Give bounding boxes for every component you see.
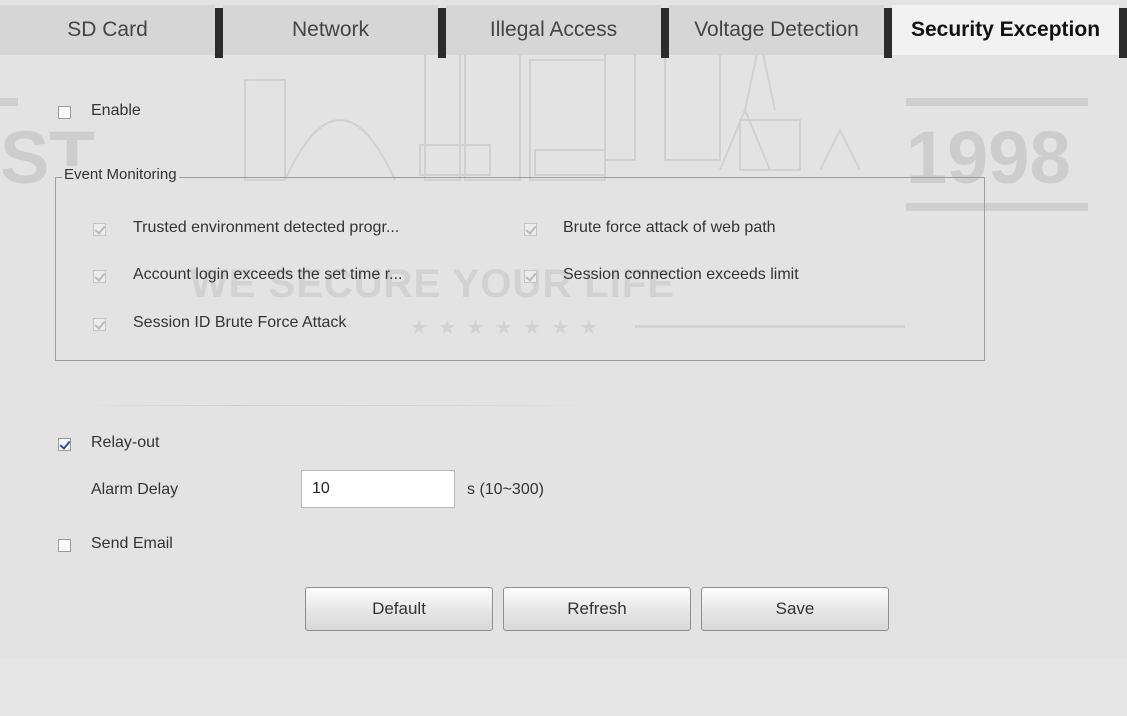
session-id-brute-force-checkbox[interactable] bbox=[93, 318, 106, 331]
tab-label: Voltage Detection bbox=[694, 18, 859, 41]
refresh-button[interactable]: Refresh bbox=[503, 587, 691, 631]
tab-separator bbox=[438, 8, 446, 58]
alarm-delay-label: Alarm Delay bbox=[91, 481, 179, 498]
tab-illegal-access[interactable]: Illegal Access bbox=[446, 5, 661, 55]
divider bbox=[78, 405, 598, 406]
tab-network[interactable]: Network bbox=[223, 5, 438, 55]
tab-label: Security Exception bbox=[910, 18, 1101, 41]
brute-force-web-path-checkbox[interactable] bbox=[524, 223, 537, 236]
alarm-delay-input[interactable] bbox=[301, 470, 455, 508]
footer-band bbox=[0, 658, 1127, 716]
trusted-environment-label: Trusted environment detected progr... bbox=[133, 219, 400, 236]
account-login-exceeds-label: Account login exceeds the set time r... bbox=[133, 266, 403, 283]
default-button[interactable]: Default bbox=[305, 587, 493, 631]
brute-force-web-path-label: Brute force attack of web path bbox=[563, 219, 776, 236]
trusted-environment-checkbox[interactable] bbox=[93, 223, 106, 236]
tab-security-exception[interactable]: Security Exception bbox=[892, 5, 1119, 55]
tab-sd-card[interactable]: SD Card bbox=[0, 5, 215, 55]
tab-separator bbox=[215, 8, 223, 58]
tab-bar: SD Card Network Illegal Access Voltage D… bbox=[0, 0, 1127, 58]
enable-label: Enable bbox=[91, 102, 141, 119]
send-email-checkbox[interactable] bbox=[58, 539, 71, 552]
send-email-label: Send Email bbox=[91, 535, 173, 552]
account-login-exceeds-checkbox[interactable] bbox=[93, 270, 106, 283]
tab-separator bbox=[1119, 8, 1127, 58]
tab-separator bbox=[884, 8, 892, 58]
relay-out-checkbox[interactable] bbox=[58, 438, 71, 451]
tab-label: SD Card bbox=[67, 18, 148, 41]
tab-label: Illegal Access bbox=[489, 18, 618, 41]
session-connection-exceeds-label: Session connection exceeds limit bbox=[563, 266, 799, 283]
tab-separator bbox=[661, 8, 669, 58]
alarm-delay-unit: s (10~300) bbox=[467, 481, 544, 498]
tab-voltage-detection[interactable]: Voltage Detection bbox=[669, 5, 884, 55]
session-id-brute-force-label: Session ID Brute Force Attack bbox=[133, 314, 347, 331]
event-monitoring-legend: Event Monitoring bbox=[62, 166, 179, 183]
save-button[interactable]: Save bbox=[701, 587, 889, 631]
session-connection-exceeds-checkbox[interactable] bbox=[524, 270, 537, 283]
enable-checkbox[interactable] bbox=[58, 106, 71, 119]
tab-label: Network bbox=[291, 18, 370, 41]
relay-out-label: Relay-out bbox=[91, 434, 160, 451]
